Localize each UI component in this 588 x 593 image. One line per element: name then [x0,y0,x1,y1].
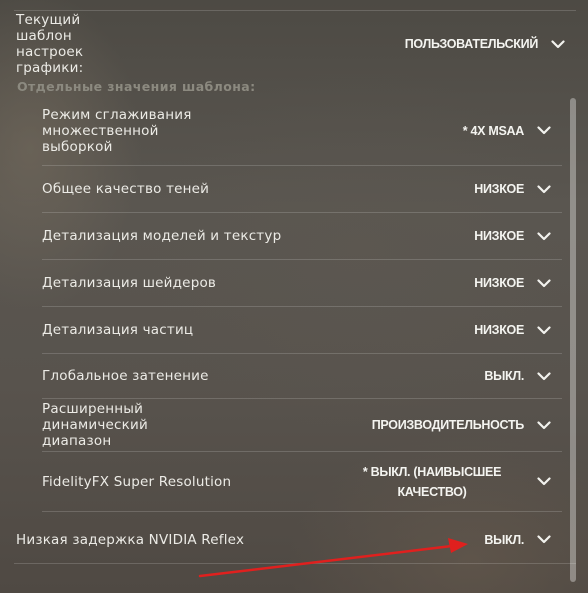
top-divider [14,10,576,11]
reflex-row[interactable]: Низкая задержка NVIDIA Reflex ВЫКЛ. [14,516,576,564]
setting-value[interactable]: НИЗКОЕ [474,179,524,199]
chevron-down-icon[interactable] [536,181,552,197]
setting-value[interactable]: * ВЫКЛ. (НАИВЫСШЕЕ КАЧЕСТВО) [352,462,512,502]
setting-value[interactable]: ПРОИЗВОДИТЕЛЬНОСТЬ [372,415,525,435]
chevron-down-icon[interactable] [536,368,552,384]
preset-label: Текущий шаблон настроек графики: [16,12,84,76]
setting-row-models-textures[interactable]: Детализация моделей и текстур НИЗКОЕ [42,213,562,260]
setting-value[interactable]: НИЗКОЕ [474,273,524,293]
setting-label: Общее качество теней [42,181,210,197]
chevron-down-icon[interactable] [550,36,566,52]
setting-row-shaders[interactable]: Детализация шейдеров НИЗКОЕ [42,260,562,307]
setting-row-particles[interactable]: Детализация частиц НИЗКОЕ [42,307,562,354]
reflex-label: Низкая задержка NVIDIA Reflex [16,531,245,548]
setting-row-shadows[interactable]: Общее качество теней НИЗКОЕ [42,166,562,213]
setting-label: Детализация частиц [42,322,194,338]
setting-value[interactable]: ВЫКЛ. [484,366,524,386]
setting-row-fsr[interactable]: FidelityFX Super Resolution * ВЫКЛ. (НАИ… [42,452,562,512]
setting-value[interactable]: НИЗКОЕ [474,226,524,246]
setting-row-hdr[interactable]: Расширенный динамический диапазон ПРОИЗВ… [42,399,562,452]
setting-label: Детализация шейдеров [42,275,217,291]
setting-value[interactable]: * 4X MSAA [463,121,525,141]
setting-label: Расширенный динамический диапазон [42,401,148,449]
setting-label: Режим сглаживания множественной выборкой [42,106,192,155]
setting-value[interactable]: НИЗКОЕ [474,320,524,340]
chevron-down-icon[interactable] [536,417,552,433]
preset-value[interactable]: ПОЛЬЗОВАТЕЛЬСКИЙ [405,34,539,54]
scrollbar[interactable] [570,98,576,582]
setting-label: FidelityFX Super Resolution [42,473,232,490]
setting-label: Глобальное затенение [42,368,209,384]
chevron-down-icon[interactable] [536,228,552,244]
chevron-down-icon[interactable] [536,322,552,338]
section-title: Отдельные значения шаблона: [17,79,256,94]
chevron-down-icon[interactable] [536,474,552,490]
setting-label: Детализация моделей и текстур [42,228,282,244]
scrollbar-thumb[interactable] [570,98,576,582]
reflex-value[interactable]: ВЫКЛ. [484,530,524,550]
chevron-down-icon[interactable] [536,123,552,139]
setting-row-msaa[interactable]: Режим сглаживания множественной выборкой… [42,96,562,166]
chevron-down-icon[interactable] [536,532,552,548]
setting-row-ambient-occlusion[interactable]: Глобальное затенение ВЫКЛ. [42,354,562,399]
preset-row[interactable]: Текущий шаблон настроек графики: ПОЛЬЗОВ… [14,12,576,76]
chevron-down-icon[interactable] [536,275,552,291]
